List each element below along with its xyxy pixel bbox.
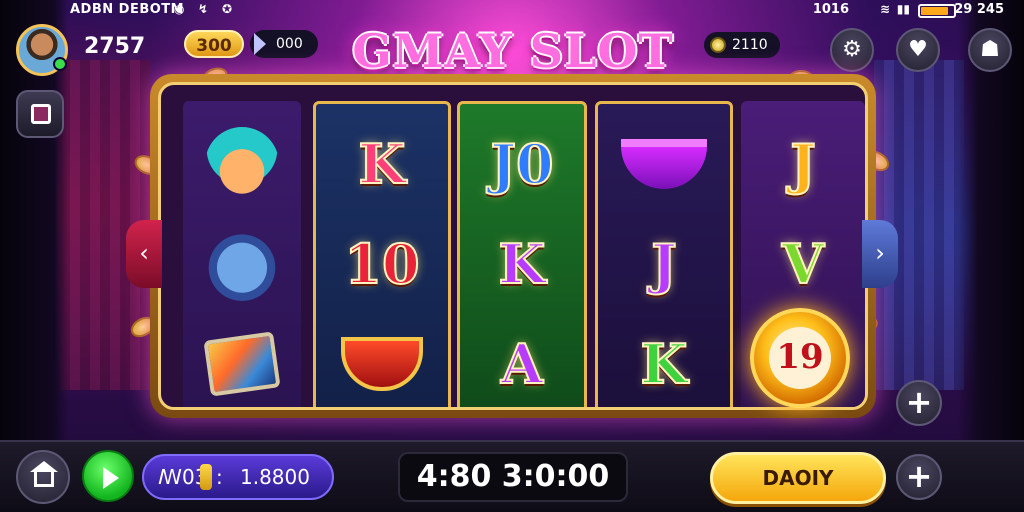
chevron-left-icon: ‹ — [139, 239, 149, 267]
network-text: 1016 — [812, 2, 849, 17]
left-edge — [0, 0, 68, 512]
player-score: 2757 — [84, 34, 146, 59]
user-icon: ☗ — [980, 37, 1000, 62]
headset-icon: ♥ — [908, 37, 928, 62]
jester-icon — [205, 127, 279, 201]
symbol-bowl — [595, 119, 733, 209]
reel-3: J0 K A — [457, 101, 587, 407]
home-button[interactable] — [16, 450, 70, 504]
bet-value: 1.8800 — [240, 465, 310, 489]
symbol-k: K — [640, 331, 689, 397]
gear-icon: ⚙ — [842, 37, 862, 62]
status-time: 29 245 — [954, 2, 1004, 17]
credit-balance[interactable]: 2110 — [704, 32, 780, 58]
symbol-k: K — [498, 231, 547, 297]
coin-balance[interactable]: 300 — [184, 30, 244, 58]
symbol-a: A — [500, 331, 544, 397]
reel-1 — [183, 101, 301, 407]
symbol-k: K — [358, 131, 407, 197]
plus-icon: + — [905, 457, 933, 495]
profile-button[interactable]: ☗ — [968, 28, 1012, 72]
symbol-10: 10 — [343, 231, 420, 297]
game-screen: ADBN DEBOTM ◉ ↯ ✪ 1016 ≋ ▮▮ 29 245 2757 … — [0, 0, 1024, 512]
add-button-upper[interactable]: + — [896, 380, 942, 426]
signal-icon: ▮▮ — [896, 2, 910, 16]
play-button[interactable] — [82, 450, 134, 502]
reel-2: K 10 — [313, 101, 451, 407]
right-edge — [958, 0, 1024, 512]
gem-count: 000 — [276, 36, 303, 52]
symbol-v: V — [781, 231, 825, 297]
chevron-right-icon: › — [875, 239, 885, 267]
gem-icon — [254, 33, 266, 55]
support-button[interactable]: ♥ — [896, 28, 940, 72]
symbol-j0: J0 — [489, 131, 554, 197]
reel-4: J K — [595, 101, 733, 407]
credit-balance-value: 2110 — [732, 37, 768, 53]
symbol-j: J — [789, 131, 817, 197]
timer-display: 4:80 3:0:00 — [398, 452, 628, 502]
cup-icon — [341, 337, 423, 391]
bottom-bar: ꟿ03 : 1.8800 4:80 3:0:00 DAOIY + — [0, 440, 1024, 512]
carrier-text: ADBN DEBOTM — [70, 2, 185, 17]
gem-balance[interactable]: 000 — [250, 30, 318, 58]
play-icon — [103, 467, 119, 489]
status-bar: ADBN DEBOTM ◉ ↯ ✪ 1016 ≋ ▮▮ 29 245 — [0, 0, 1024, 22]
cat-icon — [205, 227, 279, 301]
book-icon — [31, 104, 51, 124]
next-arrow-button[interactable]: › — [862, 220, 898, 288]
sync-icon: ↯ — [198, 2, 209, 16]
record-icon: ◉ — [174, 2, 185, 16]
wifi-icon: ≋ — [879, 2, 890, 16]
online-status-icon — [53, 57, 67, 71]
bonus-coin[interactable]: 19 — [750, 308, 850, 408]
settings-button[interactable]: ⚙ — [830, 28, 874, 72]
add-button-lower[interactable]: + — [896, 454, 942, 500]
bet-separator: : — [216, 465, 223, 489]
bowl-icon — [621, 139, 707, 189]
card-icon — [203, 331, 281, 397]
symbol-j: J — [650, 231, 678, 297]
bonus-value: 19 — [769, 327, 831, 389]
bet-amount[interactable]: ꟿ03 : 1.8800 — [142, 454, 334, 500]
coin-icon — [710, 37, 726, 53]
game-controller-icon: ✪ — [222, 2, 233, 16]
previous-arrow-button[interactable]: ‹ — [126, 220, 162, 288]
battery-icon — [918, 4, 956, 18]
symbol-cup — [313, 319, 451, 407]
plus-icon: + — [905, 383, 933, 421]
spin-button[interactable]: DAOIY — [710, 452, 886, 504]
symbol-cat — [183, 219, 301, 309]
bottle-icon — [200, 464, 212, 490]
avatar[interactable] — [16, 24, 68, 76]
symbol-card — [183, 319, 301, 407]
paytable-button[interactable] — [16, 90, 64, 138]
symbol-jester — [183, 119, 301, 209]
